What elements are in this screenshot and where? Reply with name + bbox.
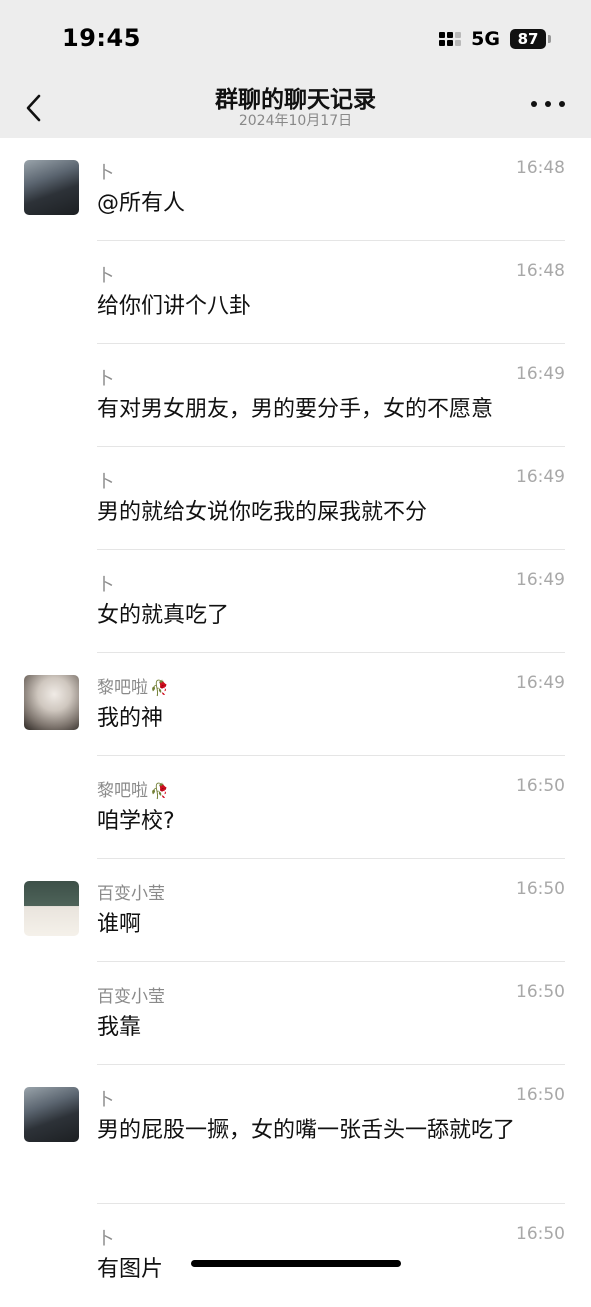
sender-name: 黎吧啦 🥀 [97, 673, 169, 698]
sender-name: 百变小莹 [97, 884, 165, 904]
rose-icon: 🥀 [150, 782, 169, 800]
sender-name: 卜 [97, 369, 114, 389]
signal-icon [439, 32, 462, 46]
message-text: 女的就真吃了 [97, 603, 230, 628]
home-indicator[interactable] [191, 1260, 401, 1267]
sender-name: 黎吧啦 🥀 [97, 776, 169, 801]
avatar[interactable] [24, 675, 79, 730]
message-time: 16:50 [516, 1224, 565, 1244]
rose-icon: 🥀 [150, 679, 169, 697]
message-text: 男的屁股一撅，女的嘴一张舌头一舔就吃了 [97, 1118, 516, 1143]
page-title: 群聊的聊天记录 [215, 87, 376, 113]
battery-tip [548, 35, 551, 43]
message-text: 有图片 [97, 1257, 164, 1282]
dot-icon [531, 101, 537, 107]
message-text: 谁啊 [97, 912, 142, 937]
avatar[interactable] [24, 160, 79, 215]
message-item[interactable]: 黎吧啦 🥀 16:50 咱学校? [0, 756, 591, 859]
network-type: 5G [471, 28, 500, 50]
message-time: 16:50 [516, 982, 565, 1002]
message-item[interactable]: 百变小莹 16:50 谁啊 [0, 859, 591, 962]
message-item[interactable]: 卜 16:49 男的就给女说你吃我的屎我就不分 [0, 447, 591, 550]
message-time: 16:49 [516, 364, 565, 384]
dot-icon [545, 101, 551, 107]
status-indicators: 5G 87 [439, 27, 551, 51]
message-time: 16:49 [516, 570, 565, 590]
sender-name: 卜 [97, 163, 114, 183]
message-text: 我靠 [97, 1015, 142, 1040]
message-item[interactable]: 卜 16:49 女的就真吃了 [0, 550, 591, 653]
sender-label: 黎吧啦 [97, 781, 148, 801]
status-time: 19:45 [62, 24, 141, 52]
message-text: @所有人 [97, 191, 186, 216]
sender-name: 卜 [97, 1090, 114, 1110]
message-time: 16:50 [516, 879, 565, 899]
page-subtitle: 2024年10月17日 [238, 113, 353, 129]
message-time: 16:49 [516, 673, 565, 693]
more-button[interactable] [531, 92, 565, 116]
message-text: 给你们讲个八卦 [97, 294, 252, 319]
sender-name: 卜 [97, 266, 114, 286]
avatar[interactable] [24, 881, 79, 936]
sender-name: 卜 [97, 575, 114, 595]
message-item[interactable]: 卜 16:49 有对男女朋友，男的要分手，女的不愿意 [0, 344, 591, 447]
battery-level: 87 [517, 30, 539, 48]
message-list[interactable]: 卜 16:48 @所有人 卜 16:48 给你们讲个八卦 卜 16:49 有对男… [0, 138, 591, 1307]
sender-name: 卜 [97, 1229, 114, 1249]
status-bar: 19:45 5G 87 [0, 0, 591, 78]
message-item[interactable]: 黎吧啦 🥀 16:49 我的神 [0, 653, 591, 756]
dot-icon [559, 101, 565, 107]
message-item[interactable]: 卜 16:50 有图片 [0, 1204, 591, 1307]
message-item[interactable]: 百变小莹 16:50 我靠 [0, 962, 591, 1065]
message-item[interactable]: 卜 16:48 给你们讲个八卦 [0, 241, 591, 344]
sender-name: 卜 [97, 472, 114, 492]
message-time: 16:50 [516, 776, 565, 796]
message-text: 我的神 [97, 706, 164, 731]
message-item[interactable]: 卜 16:50 男的屁股一撅，女的嘴一张舌头一舔就吃了 [0, 1065, 591, 1204]
message-text: 有对男女朋友，男的要分手，女的不愿意 [97, 397, 494, 422]
sender-name: 百变小莹 [97, 987, 165, 1007]
message-text: 男的就给女说你吃我的屎我就不分 [97, 500, 428, 525]
message-item[interactable]: 卜 16:48 @所有人 [0, 138, 591, 241]
sender-label: 黎吧啦 [97, 678, 148, 698]
message-time: 16:49 [516, 467, 565, 487]
message-text: 咱学校? [97, 809, 175, 834]
battery-icon: 87 [510, 29, 546, 49]
message-time: 16:50 [516, 1085, 565, 1105]
nav-bar: 群聊的聊天记录 2024年10月17日 [0, 78, 591, 138]
avatar[interactable] [24, 1087, 79, 1142]
message-time: 16:48 [516, 158, 565, 178]
message-time: 16:48 [516, 261, 565, 281]
